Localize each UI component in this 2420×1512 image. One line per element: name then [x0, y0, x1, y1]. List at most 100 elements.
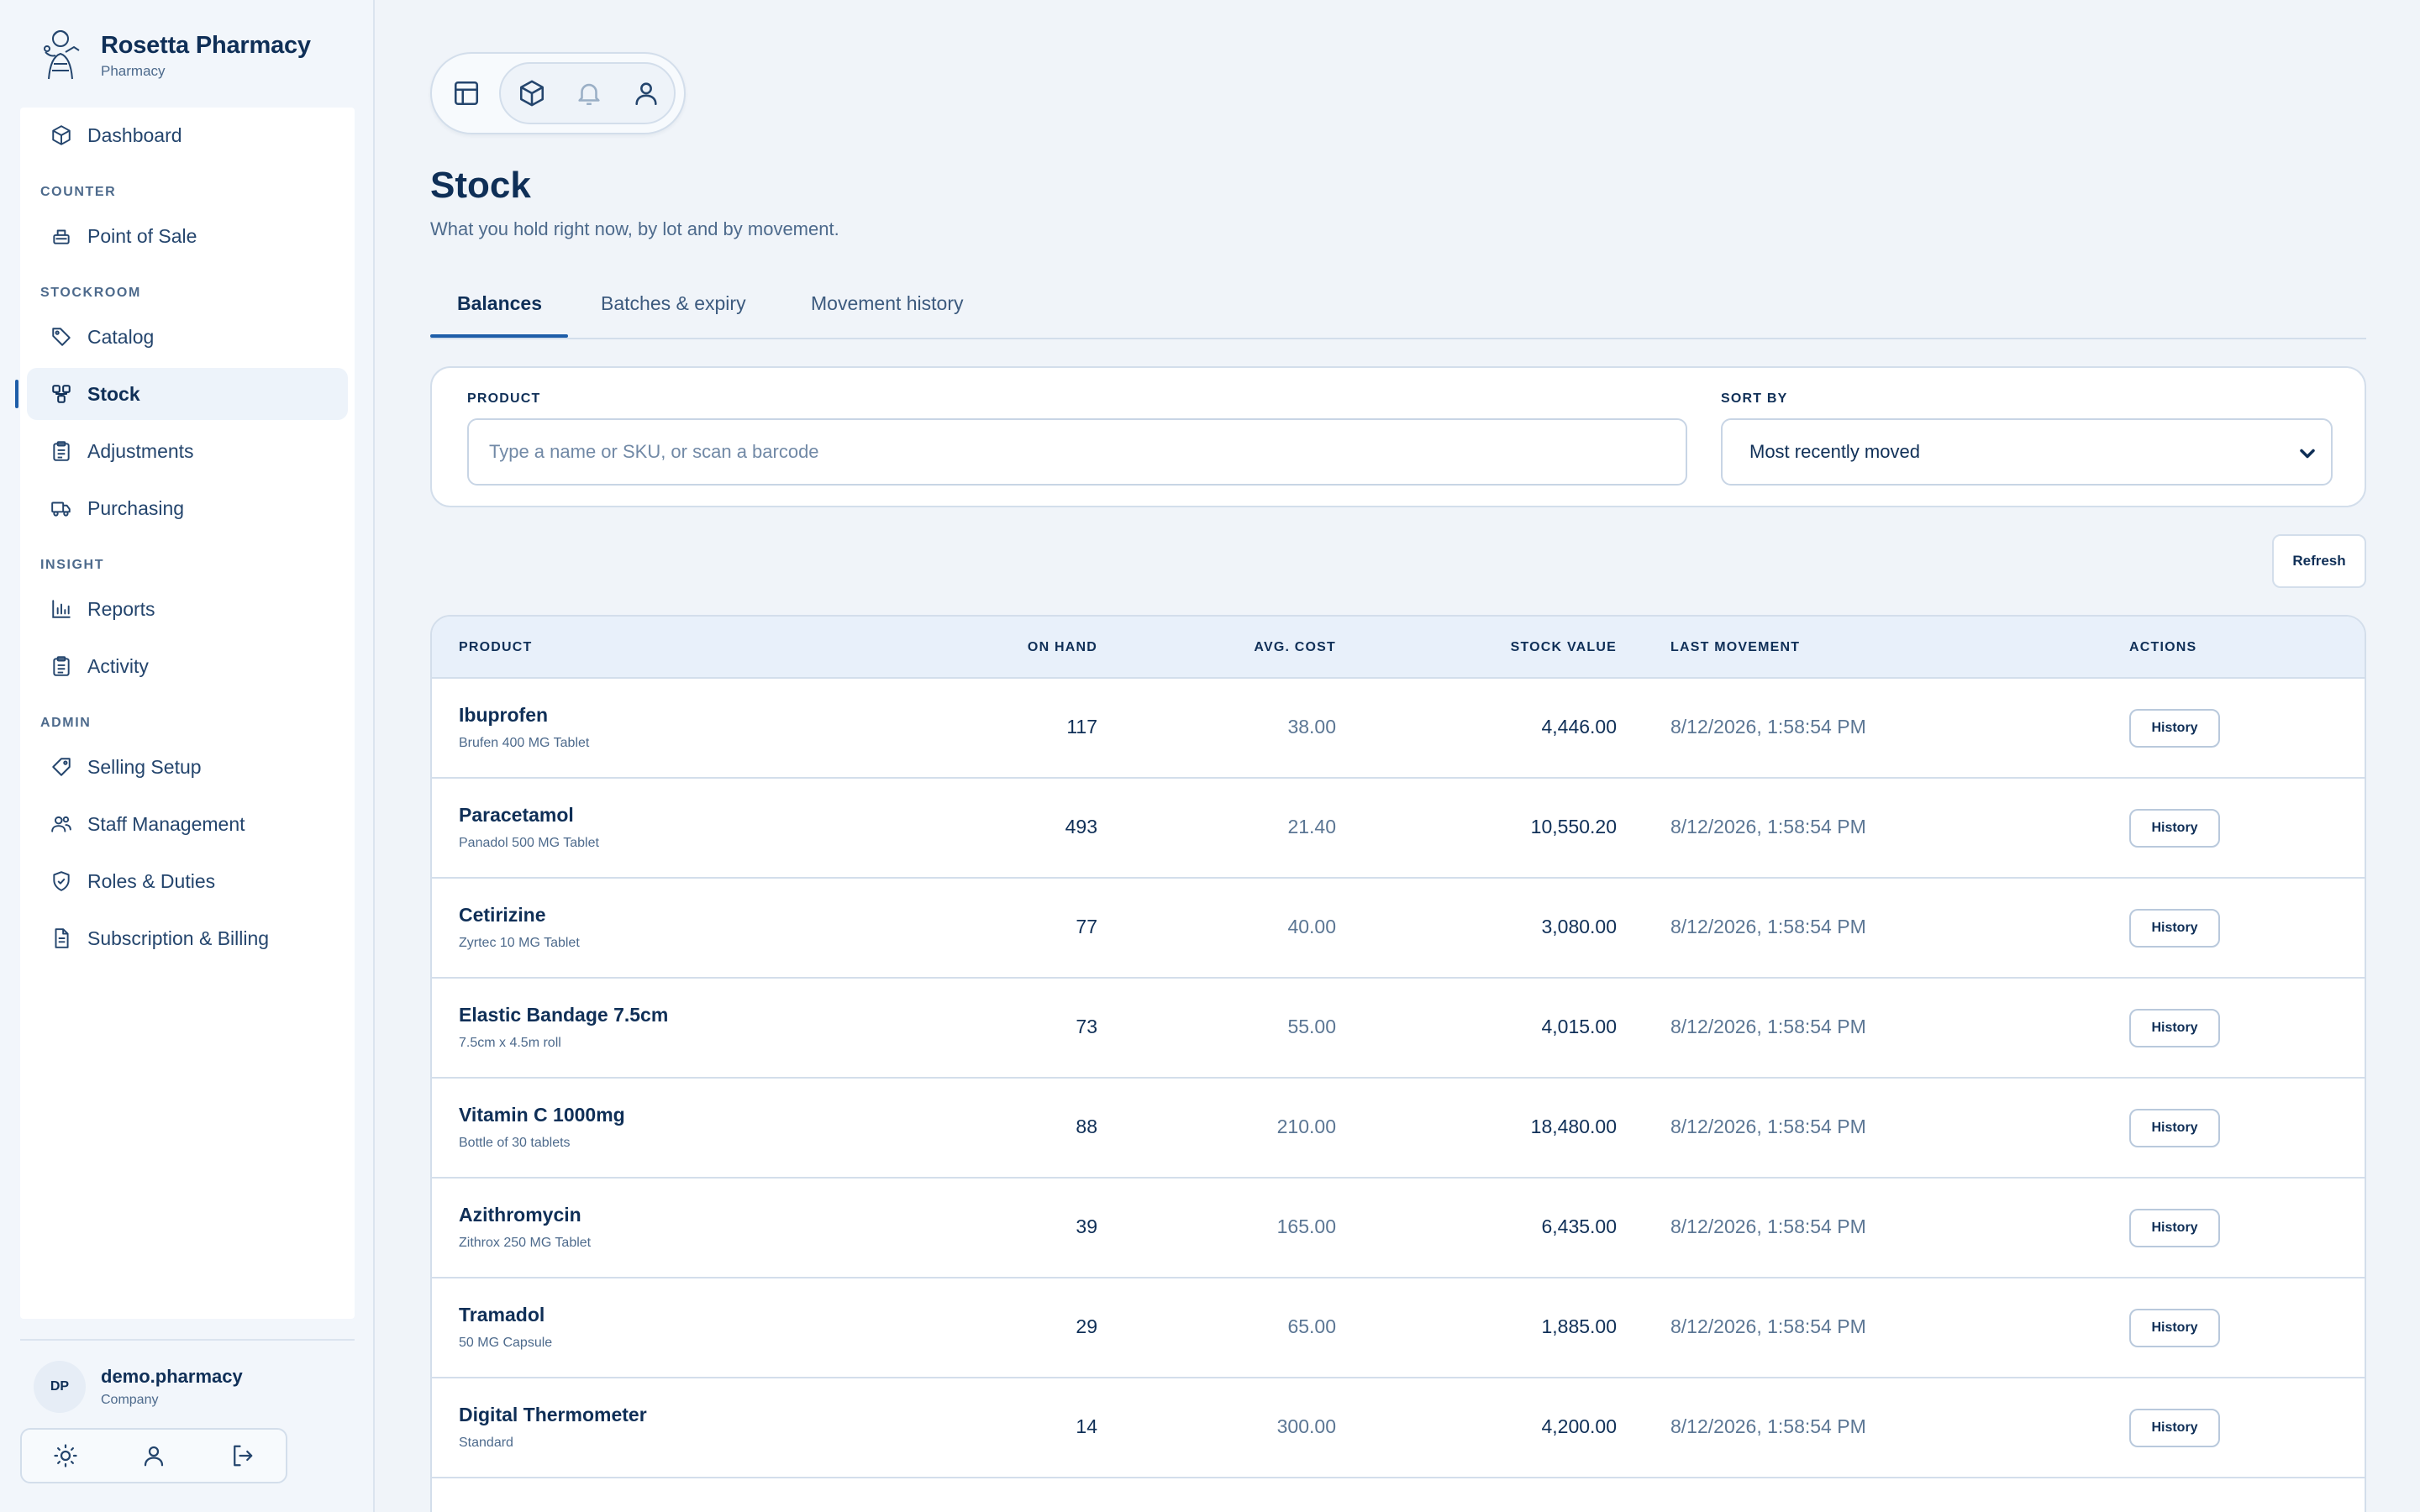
price-tag-icon — [50, 756, 72, 778]
sidebar-item-selling-setup[interactable]: Selling Setup — [27, 741, 348, 793]
sidebar-item-staff-management[interactable]: Staff Management — [27, 798, 348, 850]
history-button[interactable]: History — [2129, 709, 2220, 748]
user-profile[interactable]: DP demo.pharmacy Company — [34, 1361, 243, 1413]
stock-value: 1,885.00 — [1541, 1315, 1617, 1337]
table-row: Cetirizine Zyrtec 10 MG Tablet 77 40.00 … — [432, 879, 2365, 979]
sidebar-item-activity[interactable]: Activity — [27, 640, 348, 692]
history-button[interactable]: History — [2129, 1009, 2220, 1047]
stock-balances-table: PRODUCT ON HAND AVG. COST STOCK VALUE LA… — [430, 615, 2366, 1512]
page-subtitle: What you hold right now, by lot and by m… — [430, 218, 839, 239]
last-movement-value: 8/12/2026, 1:58:54 PM — [1670, 1315, 1866, 1337]
sidebar-item-label: Purchasing — [87, 496, 185, 519]
avg-cost-value: 65.00 — [1287, 1315, 1336, 1337]
last-movement-value: 8/12/2026, 1:58:54 PM — [1670, 816, 1866, 837]
sun-icon[interactable] — [51, 1441, 80, 1470]
chevron-down-icon — [2296, 442, 2319, 465]
bell-icon[interactable] — [566, 71, 612, 116]
users-icon — [50, 813, 72, 835]
product-description: Panadol 500 MG Tablet — [459, 836, 599, 850]
last-movement-value: 8/12/2026, 1:58:54 PM — [1670, 916, 1866, 937]
avg-cost-value: 21.40 — [1287, 816, 1336, 837]
sidebar-item-adjustments[interactable]: Adjustments — [27, 425, 348, 477]
section-label-insight: INSIGHT — [40, 558, 105, 572]
on-hand-value: 39 — [1076, 1215, 1097, 1237]
on-hand-value: 14 — [1076, 1415, 1097, 1437]
col-header-on-hand: ON HAND — [1027, 640, 1097, 654]
col-header-stock-value: STOCK VALUE — [1510, 640, 1617, 654]
product-description: 7.5cm x 4.5m roll — [459, 1036, 561, 1050]
product-search-input[interactable] — [467, 418, 1687, 486]
last-movement-value: 8/12/2026, 1:58:54 PM — [1670, 1415, 1866, 1437]
tab-batches-expiry[interactable]: Batches & expiry — [601, 292, 746, 338]
sidebar-item-label: Dashboard — [87, 123, 182, 146]
product-description: Bottle of 30 tablets — [459, 1136, 571, 1150]
clipboard-list-icon — [50, 655, 72, 677]
history-button[interactable]: History — [2129, 1209, 2220, 1247]
sort-by-label: SORT BY — [1721, 391, 1788, 406]
table-row: Elastic Bandage 7.5cm 7.5cm x 4.5m roll … — [432, 979, 2365, 1079]
brand[interactable]: Rosetta Pharmacy Pharmacy — [37, 25, 311, 86]
history-button[interactable]: History — [2129, 1109, 2220, 1147]
tab-active-indicator — [430, 334, 568, 338]
sidebar-item-reports[interactable]: Reports — [27, 583, 348, 635]
product-description: Brufen 400 MG Tablet — [459, 736, 590, 750]
history-button[interactable]: History — [2129, 909, 2220, 948]
avg-cost-value: 55.00 — [1287, 1016, 1336, 1037]
avg-cost-value: 165.00 — [1276, 1215, 1336, 1237]
stock-value: 18,480.00 — [1530, 1116, 1617, 1137]
tab-movement-history[interactable]: Movement history — [811, 292, 964, 338]
tab-balances[interactable]: Balances — [457, 292, 542, 338]
sidebar-item-catalog[interactable]: Catalog — [27, 311, 348, 363]
sidebar-item-label: Selling Setup — [87, 755, 202, 778]
product-name: Tramadol — [459, 1304, 545, 1326]
history-button[interactable]: History — [2129, 1409, 2220, 1447]
product-description: 50 MG Capsule — [459, 1336, 553, 1350]
tag-icon — [50, 326, 72, 348]
brand-subtitle: Pharmacy — [101, 62, 166, 79]
sidebar-item-label: Staff Management — [87, 812, 245, 835]
stock-value: 3,080.00 — [1541, 916, 1617, 937]
user-icon[interactable] — [139, 1441, 168, 1470]
avg-cost-value: 210.00 — [1276, 1116, 1336, 1137]
sort-by-value: Most recently moved — [1749, 441, 1920, 462]
bar-chart-icon — [50, 598, 72, 620]
stock-value: 4,015.00 — [1541, 1016, 1617, 1037]
shield-check-icon — [50, 870, 72, 892]
logout-icon[interactable] — [228, 1441, 256, 1470]
sidebar-item-point-of-sale[interactable]: Point of Sale — [27, 210, 348, 262]
stock-nodes-icon — [50, 383, 72, 405]
avg-cost-value: 300.00 — [1276, 1415, 1336, 1437]
col-header-avg-cost: AVG. COST — [1254, 640, 1336, 654]
nav-menu: Dashboard COUNTER Point of Sale STOCKROO… — [15, 108, 355, 1319]
sidebar-item-dashboard[interactable]: Dashboard — [27, 109, 348, 161]
sidebar-item-stock[interactable]: Stock — [15, 368, 348, 420]
product-name: Cetirizine — [459, 904, 546, 926]
stock-value: 6,435.00 — [1541, 1215, 1617, 1237]
sort-by-select[interactable]: Most recently moved — [1721, 418, 2333, 486]
refresh-button[interactable]: Refresh — [2272, 534, 2366, 588]
stock-value: 4,446.00 — [1541, 716, 1617, 738]
on-hand-value: 117 — [1066, 716, 1097, 738]
sidebar-item-label: Roles & Duties — [87, 869, 216, 892]
brand-name: Rosetta Pharmacy — [101, 31, 311, 59]
sidebar-item-subscription-billing[interactable]: Subscription & Billing — [27, 912, 348, 964]
product-filter-label: PRODUCT — [467, 391, 541, 406]
col-header-product: PRODUCT — [459, 640, 533, 654]
sidebar-item-purchasing[interactable]: Purchasing — [27, 482, 348, 534]
sidebar: Rosetta Pharmacy Pharmacy Dashboard COUN… — [0, 0, 375, 1512]
history-button[interactable]: History — [2129, 1309, 2220, 1347]
table-row: Digital Thermometer Standard 14 300.00 4… — [432, 1378, 2365, 1478]
cube-icon[interactable] — [509, 71, 555, 116]
table-header: PRODUCT ON HAND AVG. COST STOCK VALUE LA… — [432, 617, 2365, 679]
avg-cost-value: 38.00 — [1287, 716, 1336, 738]
layout-icon[interactable] — [444, 71, 489, 116]
on-hand-value: 493 — [1065, 816, 1097, 837]
sidebar-item-label: Point of Sale — [87, 224, 197, 247]
section-label-stockroom: STOCKROOM — [40, 286, 141, 300]
table-row: Tramadol 50 MG Capsule 29 65.00 1,885.00… — [432, 1278, 2365, 1378]
sidebar-item-roles-duties[interactable]: Roles & Duties — [27, 855, 348, 907]
user-icon[interactable] — [623, 71, 669, 116]
history-button[interactable]: History — [2129, 809, 2220, 848]
product-name: Azithromycin — [459, 1204, 581, 1226]
cube-icon — [50, 124, 72, 146]
